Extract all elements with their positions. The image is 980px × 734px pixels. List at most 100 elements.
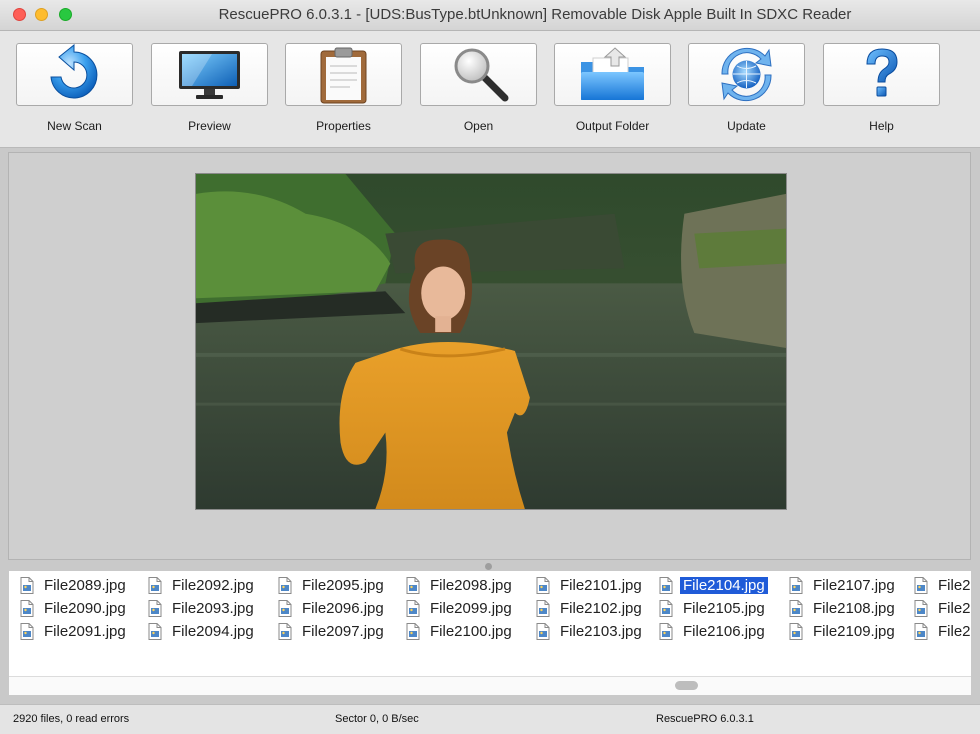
file-name-label: File2099.jpg: [430, 599, 512, 617]
minimize-window-button[interactable]: [35, 8, 48, 21]
status-sector: Sector 0, 0 B/sec: [335, 713, 419, 725]
jpg-file-icon: [148, 599, 169, 617]
file-list-item[interactable]: File2101.jpg: [536, 576, 645, 596]
file-name-label: File2100.jpg: [430, 622, 512, 640]
file-list: File2089.jpg File2090.jpg File2091.jpg File…: [9, 571, 971, 676]
scrollbar-thumb[interactable]: [675, 681, 698, 690]
jpg-file-icon: [20, 622, 41, 640]
preview-button[interactable]: [151, 43, 268, 106]
open-button[interactable]: [420, 43, 537, 106]
file-list-item[interactable]: File2092.jpg: [148, 576, 257, 596]
file-name-label: File2098.jpg: [430, 576, 512, 594]
file-name-label: File2: [938, 576, 971, 594]
file-list-item[interactable]: File2103.jpg: [536, 622, 645, 642]
properties-label: Properties: [316, 119, 371, 133]
properties-button[interactable]: [285, 43, 402, 106]
jpg-file-icon: [20, 576, 41, 594]
folder-icon: [581, 47, 644, 100]
file-name-label: File2108.jpg: [813, 599, 895, 617]
jpg-file-icon: [789, 576, 810, 594]
jpg-file-icon: [406, 599, 427, 617]
file-list-item[interactable]: File2105.jpg: [659, 599, 768, 619]
jpg-file-icon: [148, 576, 169, 594]
horizontal-scrollbar[interactable]: [9, 676, 971, 695]
jpg-file-icon: [536, 622, 557, 640]
file-list-item[interactable]: File2098.jpg: [406, 576, 515, 596]
preview-pane: [8, 152, 971, 560]
file-list-item[interactable]: File2108.jpg: [789, 599, 898, 619]
jpg-file-icon: [406, 622, 427, 640]
file-name-label: File2091.jpg: [44, 622, 126, 640]
preview-image: [195, 173, 787, 510]
help-label: Help: [869, 119, 894, 133]
help-button[interactable]: [823, 43, 940, 106]
file-list-item[interactable]: File2099.jpg: [406, 599, 515, 619]
update-label: Update: [727, 119, 766, 133]
file-list-item[interactable]: File2100.jpg: [406, 622, 515, 642]
file-name-label: File2102.jpg: [560, 599, 642, 617]
jpg-file-icon: [914, 576, 935, 594]
file-name-label: File2107.jpg: [813, 576, 895, 594]
file-list-item[interactable]: File2090.jpg: [20, 599, 129, 619]
file-name-label: File2104.jpg: [680, 576, 768, 594]
file-list-item[interactable]: File2093.jpg: [148, 599, 257, 619]
jpg-file-icon: [659, 576, 680, 594]
file-list-item[interactable]: File2102.jpg: [536, 599, 645, 619]
jpg-file-icon: [20, 599, 41, 617]
file-name-label: File2093.jpg: [172, 599, 254, 617]
question-mark-icon: [866, 48, 898, 97]
status-file-count: 2920 files, 0 read errors: [13, 713, 130, 725]
file-list-item[interactable]: File2106.jpg: [659, 622, 768, 642]
file-name-label: File2: [938, 622, 971, 640]
title-bar: RescuePRO 6.0.3.1 - [UDS:BusType.btUnkno…: [0, 0, 980, 31]
clipboard-icon: [320, 47, 367, 104]
file-list-item[interactable]: File2104.jpg: [659, 576, 768, 596]
toolbar: New Scan Preview Properties Open Output …: [0, 31, 980, 148]
output-folder-label: Output Folder: [575, 119, 650, 133]
file-list-item[interactable]: File2: [914, 576, 971, 596]
file-list-item[interactable]: File2: [914, 622, 971, 642]
pane-splitter-handle[interactable]: [485, 563, 492, 570]
file-list-item[interactable]: File2109.jpg: [789, 622, 898, 642]
new-scan-button[interactable]: [16, 43, 133, 106]
jpg-file-icon: [659, 622, 680, 640]
file-name-label: File2: [938, 599, 971, 617]
refresh-arrow-icon: [50, 44, 98, 99]
file-list-item[interactable]: File2097.jpg: [278, 622, 387, 642]
file-name-label: File2097.jpg: [302, 622, 384, 640]
maximize-window-button[interactable]: [59, 8, 72, 21]
output-folder-button[interactable]: [554, 43, 671, 106]
globe-sync-icon: [721, 47, 772, 102]
status-bar: 2920 files, 0 read errors Sector 0, 0 B/…: [0, 704, 980, 734]
jpg-file-icon: [536, 576, 557, 594]
monitor-icon: [179, 51, 240, 99]
file-list-item[interactable]: File2094.jpg: [148, 622, 257, 642]
magnifier-icon: [454, 48, 509, 102]
new-scan-label: New Scan: [47, 119, 102, 133]
file-name-label: File2103.jpg: [560, 622, 642, 640]
file-name-label: File2106.jpg: [683, 622, 765, 640]
file-list-item[interactable]: File2089.jpg: [20, 576, 129, 596]
file-name-label: File2101.jpg: [560, 576, 642, 594]
file-name-label: File2095.jpg: [302, 576, 384, 594]
jpg-file-icon: [278, 622, 299, 640]
file-list-item[interactable]: File2091.jpg: [20, 622, 129, 642]
file-name-label: File2094.jpg: [172, 622, 254, 640]
preview-label: Preview: [188, 119, 231, 133]
file-list-item[interactable]: File2096.jpg: [278, 599, 387, 619]
file-list-item[interactable]: File2095.jpg: [278, 576, 387, 596]
file-list-item[interactable]: File2: [914, 599, 971, 619]
status-version: RescuePRO 6.0.3.1: [656, 713, 754, 725]
jpg-file-icon: [659, 599, 680, 617]
close-window-button[interactable]: [13, 8, 26, 21]
file-name-label: File2109.jpg: [813, 622, 895, 640]
jpg-file-icon: [148, 622, 169, 640]
update-button[interactable]: [688, 43, 805, 106]
file-name-label: File2092.jpg: [172, 576, 254, 594]
file-list-item[interactable]: File2107.jpg: [789, 576, 898, 596]
open-label: Open: [463, 119, 494, 133]
file-name-label: File2089.jpg: [44, 576, 126, 594]
jpg-file-icon: [789, 599, 810, 617]
jpg-file-icon: [278, 576, 299, 594]
jpg-file-icon: [278, 599, 299, 617]
